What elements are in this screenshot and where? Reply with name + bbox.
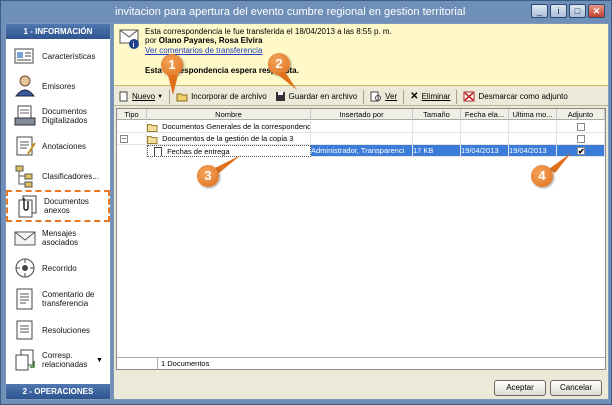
new-button[interactable]: Nuevo ▼ xyxy=(114,89,167,105)
folder-icon xyxy=(147,135,158,144)
sidebar-item-documentos-digitalizados[interactable]: Documentos Digitalizados xyxy=(6,101,110,131)
column-header-ultima-modificacion[interactable]: Ultima mo... xyxy=(509,109,557,120)
callout-pointer xyxy=(277,72,297,90)
toolbar-separator xyxy=(363,89,365,104)
comment-icon xyxy=(12,286,38,312)
sidebar-item-label: Características xyxy=(42,51,96,61)
window-title: invitacion para apertura del evento cumb… xyxy=(115,6,466,18)
view-transfer-comments-link[interactable]: Ver comentarios de transferencia xyxy=(145,46,262,55)
transfer-date-text: Esta correspondencia le fue transferida … xyxy=(145,27,392,36)
cancel-button[interactable]: Cancelar xyxy=(550,380,602,396)
sidebar-item-caracteristicas[interactable]: Características xyxy=(6,41,110,71)
sidebar-item-label: Documentos Digitalizados xyxy=(42,107,88,125)
attachment-checkbox-checked[interactable]: ✔ xyxy=(577,147,585,156)
sidebar-item-emisores[interactable]: Emisores xyxy=(6,71,110,101)
row-name: Documentos Generales de la correspondenc… xyxy=(162,122,311,131)
view-document-icon xyxy=(370,91,382,102)
tree-icon xyxy=(12,163,38,189)
import-from-file-button[interactable]: Incorporar de archivo xyxy=(172,89,271,105)
save-icon xyxy=(275,92,285,101)
grid-status-bar: 1 Documentos xyxy=(117,357,605,370)
sidebar-item-recorrido[interactable]: Recorrido xyxy=(6,253,110,283)
transfer-banner: i Esta correspondencia le fue transferid… xyxy=(114,24,608,86)
documents-grid: Tipo Nombre Insertado por Tamaño Fecha e… xyxy=(116,108,606,370)
related-icon xyxy=(12,347,38,373)
toolbar: Nuevo ▼ Incorporar de archivo Guardar en… xyxy=(114,88,608,106)
callout-pointer xyxy=(549,153,571,173)
sidebar-header-operaciones[interactable]: 2 - OPERACIONES xyxy=(6,384,110,399)
table-row-selected[interactable]: Fechas de entrega Administrador, Transpa… xyxy=(117,145,605,157)
sidebar-item-clasificadores[interactable]: Clasificadores... xyxy=(6,161,110,191)
callout-pointer xyxy=(168,75,178,95)
table-row[interactable]: Documentos Generales de la correspondenc… xyxy=(117,121,605,133)
sidebar-item-label: Comentario de transferencia xyxy=(42,290,95,308)
resolution-icon xyxy=(12,317,38,343)
sidebar-item-corresp-relacionadas[interactable]: Corresp. relacionadas ▼ xyxy=(6,345,110,375)
row-inserted-by: Administrador, Transparenci xyxy=(311,145,413,157)
sidebar-item-label: Anotaciones xyxy=(42,141,87,151)
scanner-icon xyxy=(12,103,38,129)
sidebar: 1 - INFORMACIÓN Características Emisores… xyxy=(5,23,111,400)
column-header-adjunto[interactable]: Adjunto xyxy=(557,109,605,120)
column-header-tamano[interactable]: Tamaño xyxy=(413,109,461,120)
transfer-user-name: Olano Payares, Rosa Elvira xyxy=(158,36,263,45)
sidebar-item-label: Documentos anexos xyxy=(44,197,89,215)
unmark-attachment-icon xyxy=(463,91,475,102)
row-created-date: 19/04/2013 xyxy=(461,145,509,157)
toolbar-separator xyxy=(456,89,458,104)
folder-icon xyxy=(147,123,158,132)
sidebar-item-label: Resoluciones xyxy=(42,325,91,335)
unmark-attachment-button[interactable]: Desmarcar como adjunto xyxy=(459,89,571,105)
view-button[interactable]: Ver xyxy=(366,89,401,105)
dropdown-arrow-icon: ▼ xyxy=(157,93,164,100)
card-icon xyxy=(12,43,38,69)
document-icon xyxy=(154,147,162,156)
attachment-checkbox[interactable] xyxy=(577,135,585,143)
sidebar-item-label: Emisores xyxy=(42,81,76,91)
sidebar-item-comentario-transferencia[interactable]: Comentario de transferencia xyxy=(6,284,110,314)
attachment-checkbox[interactable] xyxy=(577,123,585,131)
attachment-icon xyxy=(14,193,40,219)
window-controls: _ i □ ✕ xyxy=(531,4,605,18)
sidebar-item-label: Recorrido xyxy=(42,263,77,273)
toolbar-separator xyxy=(403,89,405,104)
column-header-fecha-elaboracion[interactable]: Fecha ela... xyxy=(461,109,509,120)
dropdown-arrow-icon[interactable]: ▼ xyxy=(96,357,103,364)
row-name: Documentos de la gestión de la copia 3 xyxy=(162,134,294,143)
grid-header: Tipo Nombre Insertado por Tamaño Fecha e… xyxy=(117,109,605,120)
transfer-by-text: por Olano Payares, Rosa Elvira xyxy=(145,36,263,45)
column-header-tipo[interactable]: Tipo xyxy=(117,109,147,120)
sidebar-item-label: Clasificadores... xyxy=(42,171,99,181)
delete-button[interactable]: ✕ Eliminar xyxy=(406,89,454,105)
envelope-icon xyxy=(12,225,38,251)
svg-text:i: i xyxy=(133,42,135,49)
sidebar-header-informacion[interactable]: 1 - INFORMACIÓN xyxy=(6,24,110,39)
column-header-insertado-por[interactable]: Insertado por xyxy=(311,109,413,120)
sidebar-item-documentos-anexos[interactable]: Documentos anexos xyxy=(6,190,110,222)
maximize-button[interactable]: □ xyxy=(569,4,586,18)
collapse-toggle[interactable]: – xyxy=(120,135,128,143)
envelope-info-icon: i xyxy=(119,28,141,49)
new-document-icon xyxy=(119,91,128,102)
user-icon xyxy=(12,73,38,99)
minimize-button[interactable]: _ xyxy=(531,4,548,18)
notes-icon xyxy=(12,133,38,159)
accept-button[interactable]: Aceptar xyxy=(494,380,546,396)
sidebar-item-resoluciones[interactable]: Resoluciones xyxy=(6,315,110,345)
close-button[interactable]: ✕ xyxy=(588,4,605,18)
sidebar-item-mensajes-asociados[interactable]: Mensajes asociados xyxy=(6,223,110,253)
sidebar-item-anotaciones[interactable]: Anotaciones xyxy=(6,131,110,161)
table-row[interactable]: – Documentos de la gestión de la copia 3 xyxy=(117,133,605,145)
delete-x-icon: ✕ xyxy=(410,91,419,102)
sidebar-item-label: Mensajes asociados xyxy=(42,229,79,247)
sidebar-item-label: Corresp. relacionadas xyxy=(42,351,88,369)
route-icon xyxy=(12,255,38,281)
info-button[interactable]: i xyxy=(550,4,567,18)
main-panel: i Esta correspondencia le fue transferid… xyxy=(113,23,609,400)
column-header-nombre[interactable]: Nombre xyxy=(147,109,311,120)
document-count: 1 Documentos xyxy=(157,358,209,370)
row-size: 17 KB xyxy=(413,145,461,157)
application-window: invitacion para apertura del evento cumb… xyxy=(0,0,612,405)
